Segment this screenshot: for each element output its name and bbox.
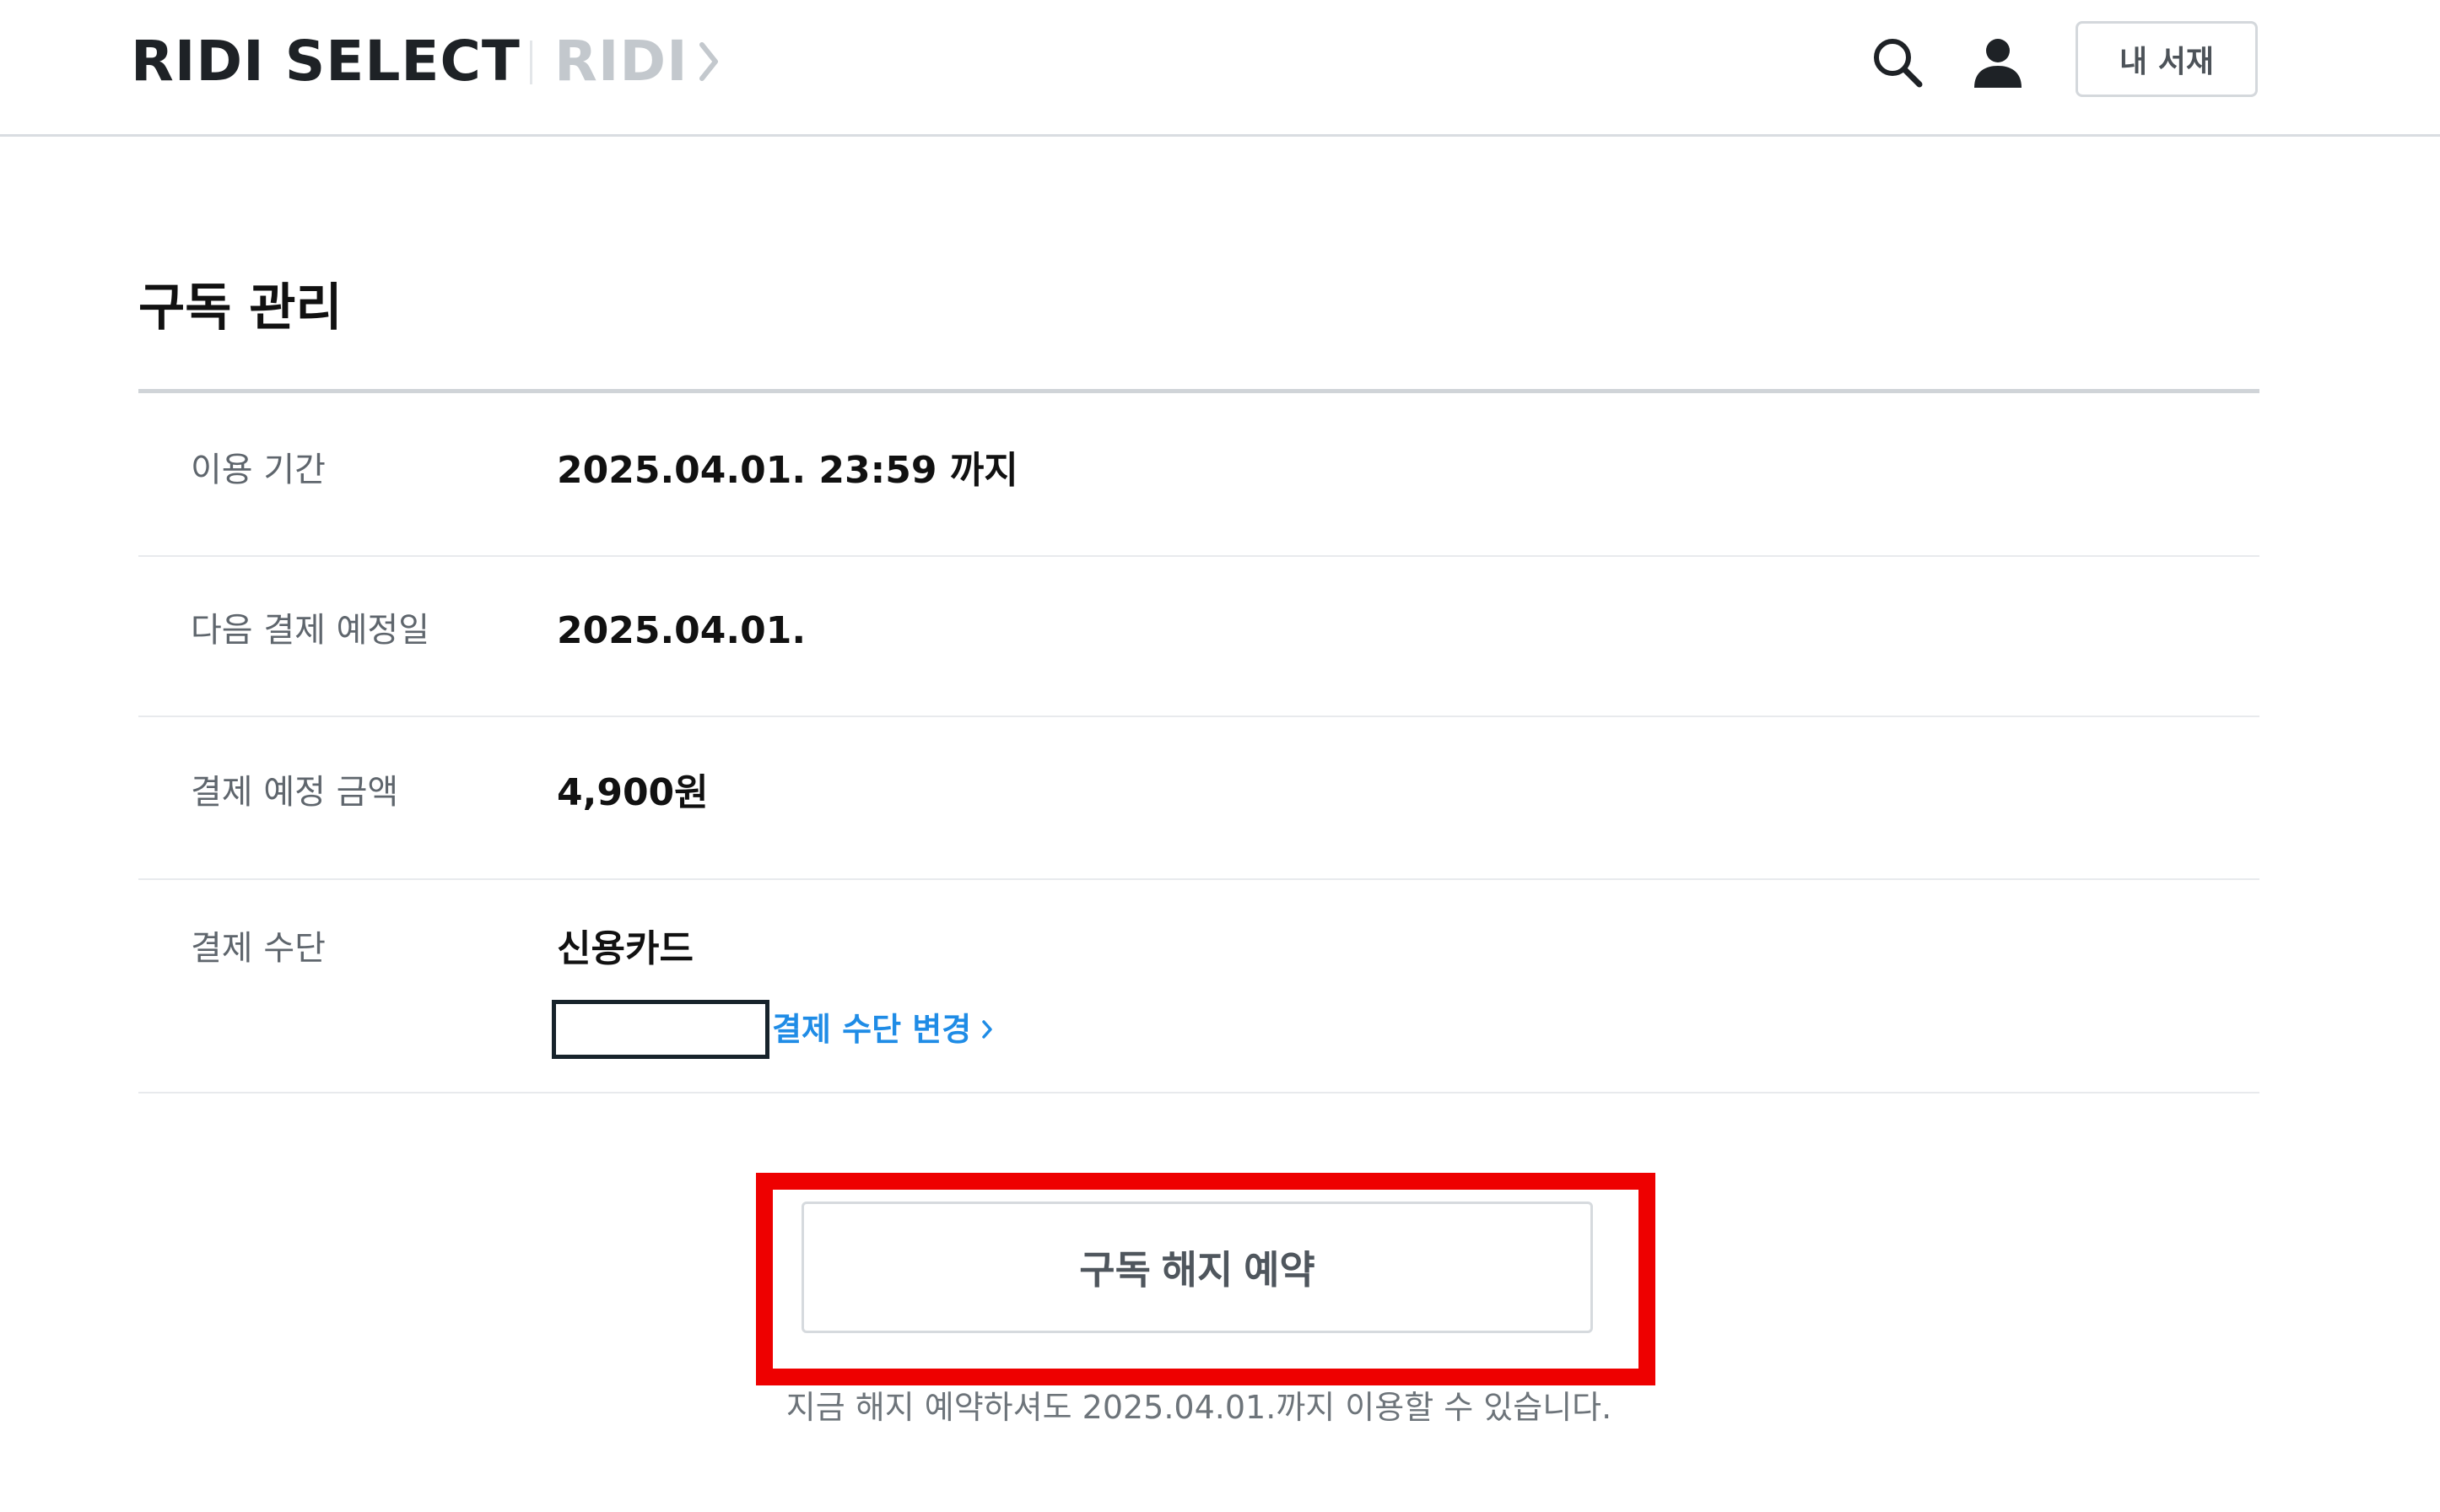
- top-header: RIDI SELECT RIDI 내 서재: [0, 0, 2440, 137]
- ridi-link[interactable]: RIDI: [554, 30, 719, 93]
- cancel-note: 지금 해지 예약하셔도 2025.04.01.까지 이용할 수 있습니다.: [785, 1389, 1612, 1426]
- info-row-next-payment: 다음 결제 예정일 2025.04.01.: [138, 557, 2259, 717]
- search-button[interactable]: [1865, 30, 1930, 94]
- amount-label: 결제 예정 금액: [191, 773, 399, 812]
- period-value: 2025.04.01. 23:59 까지: [557, 449, 1018, 492]
- logo-divider: [530, 40, 532, 84]
- chevron-right-icon: [699, 42, 718, 81]
- ridi-link-label: RIDI: [554, 29, 688, 94]
- page-title: 구독 관리: [138, 278, 343, 338]
- amount-value: 4,900원: [557, 771, 709, 814]
- change-payment-method-label: 결제 수단 변경: [772, 1011, 972, 1048]
- user-button[interactable]: [1966, 30, 2030, 94]
- change-payment-method-link[interactable]: 결제 수단 변경: [772, 1008, 993, 1050]
- next-payment-value: 2025.04.01.: [557, 609, 807, 652]
- next-payment-label: 다음 결제 예정일: [191, 611, 430, 650]
- info-row-period: 이용 기간 2025.04.01. 23:59 까지: [138, 393, 2259, 557]
- payment-method-label: 결제 수단: [191, 929, 326, 968]
- user-icon: [1974, 39, 2022, 88]
- chevron-right-icon: [982, 1020, 992, 1039]
- info-row-amount: 결제 예정 금액 4,900원: [138, 717, 2259, 880]
- cancel-subscription-button[interactable]: 구독 해지 예약: [802, 1202, 1593, 1333]
- masked-card-info: [552, 1000, 769, 1059]
- info-row-payment-method: 결제 수단 신용카드 결제 수단 변경: [138, 880, 2259, 1094]
- period-label: 이용 기간: [191, 451, 326, 489]
- my-library-button[interactable]: 내 서재: [2076, 21, 2258, 97]
- search-icon: [1874, 39, 1923, 88]
- subscription-info-table: 이용 기간 2025.04.01. 23:59 까지 다음 결제 예정일 202…: [138, 393, 2259, 1094]
- ridi-select-logo[interactable]: RIDI SELECT: [131, 30, 521, 93]
- payment-method-value: 신용카드: [557, 927, 694, 970]
